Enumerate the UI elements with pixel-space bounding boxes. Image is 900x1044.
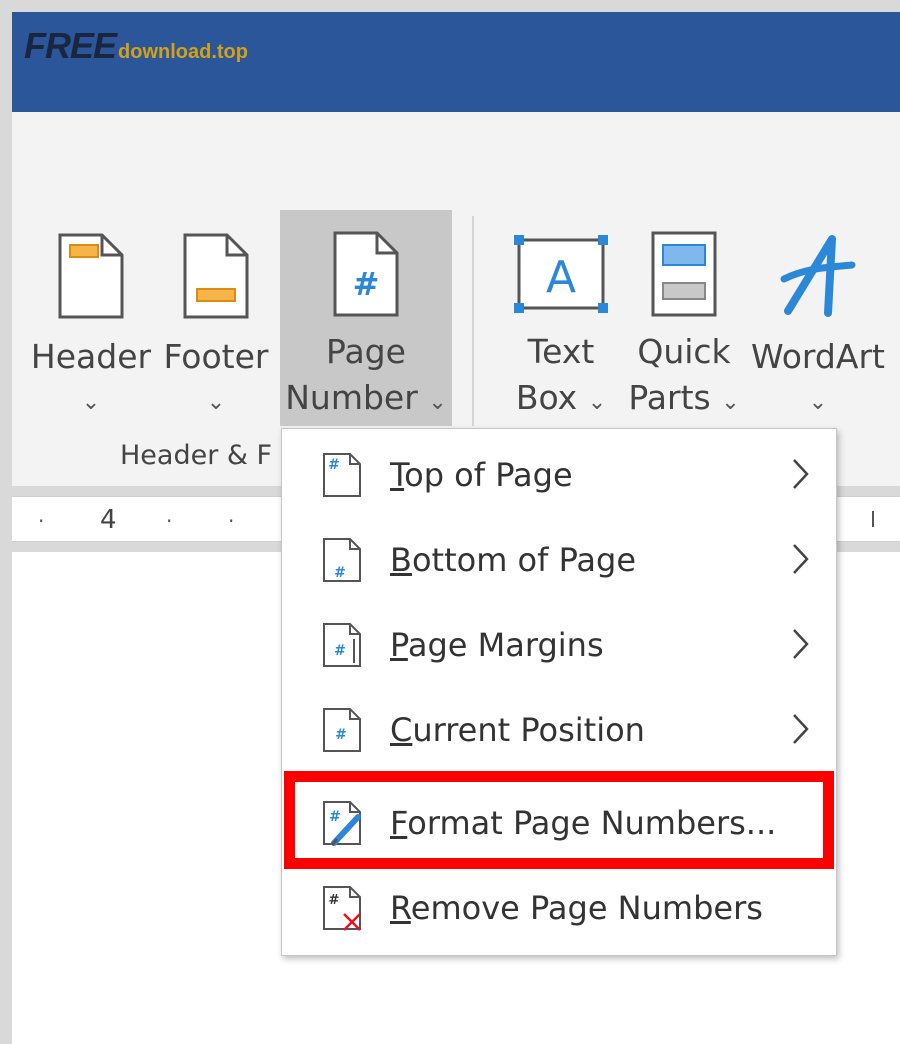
page-number-label-line2: Number ⌄	[285, 378, 447, 417]
svg-text:#: #	[335, 727, 347, 743]
bottom-of-page-icon: #	[323, 538, 361, 582]
quick-parts-label-line1: Quick	[637, 332, 731, 371]
menu-item-remove-page-numbers[interactable]: # Remove Page Numbers	[282, 866, 836, 950]
header-icon	[58, 233, 124, 319]
quick-parts-label-line2: Parts ⌄	[628, 378, 740, 417]
page-number-button[interactable]: # Page Number ⌄	[280, 210, 452, 426]
quick-parts-button[interactable]: Quick Parts ⌄	[626, 210, 742, 426]
menu-item-label: Top of Page	[390, 456, 573, 494]
wordart-icon	[780, 235, 856, 317]
group-label-header-footer: Header & F	[120, 440, 273, 471]
svg-text:#: #	[334, 565, 346, 581]
chevron-right-icon	[793, 714, 809, 744]
highlight-box	[284, 771, 834, 869]
footer-icon	[183, 233, 249, 319]
watermark-suffix: download.top	[118, 41, 248, 63]
chevron-down-icon: ⌄	[81, 390, 101, 415]
menu-item-label: Remove Page Numbers	[390, 889, 763, 927]
page-number-menu: # Top of Page # Bottom of Page # Page Ma…	[281, 428, 837, 956]
header-button[interactable]: Header ⌄	[30, 210, 152, 426]
chevron-down-icon: ⌄	[206, 390, 226, 415]
svg-text:#: #	[353, 265, 380, 303]
menu-item-bottom-of-page[interactable]: # Bottom of Page	[282, 518, 836, 602]
quick-parts-icon	[651, 231, 717, 316]
page-margins-icon: #	[323, 623, 361, 667]
top-of-page-icon: #	[323, 453, 361, 497]
page-number-icon: #	[333, 231, 399, 316]
svg-text:#: #	[328, 457, 340, 473]
remove-page-numbers-icon: #	[323, 886, 361, 931]
page-number-label-line1: Page	[326, 332, 406, 371]
ruler-number: 4	[100, 505, 117, 535]
menu-item-page-margins[interactable]: # Page Margins	[282, 603, 836, 687]
menu-item-label: Current Position	[390, 711, 645, 749]
svg-text:A: A	[546, 252, 576, 303]
text-box-button[interactable]: A Text Box ⌄	[506, 210, 616, 426]
menu-item-label: Page Margins	[390, 626, 604, 664]
chevron-right-icon	[793, 629, 809, 659]
watermark-brand: FREE	[24, 25, 117, 66]
group-separator	[472, 216, 474, 426]
footer-label: Footer	[163, 337, 269, 376]
chevron-down-icon: ⌄	[587, 390, 607, 415]
wordart-button[interactable]: WordArt ⌄	[748, 210, 888, 426]
svg-text:#: #	[334, 643, 346, 659]
menu-item-label: Bottom of Page	[390, 541, 637, 579]
text-box-icon: A	[514, 234, 608, 313]
ruler-dot: ·	[166, 509, 173, 533]
ruler-dot: ·	[38, 509, 45, 533]
ruler-tick	[872, 511, 874, 527]
ruler-dot: ·	[228, 509, 235, 533]
footer-button[interactable]: Footer ⌄	[160, 210, 272, 426]
text-box-label-line2: Box ⌄	[515, 378, 607, 417]
menu-item-top-of-page[interactable]: # Top of Page	[282, 433, 836, 517]
svg-text:#: #	[329, 893, 340, 908]
text-box-label-line1: Text	[527, 332, 595, 371]
chevron-down-icon: ⌄	[428, 390, 447, 415]
chevron-right-icon	[793, 459, 809, 489]
chevron-right-icon	[793, 544, 809, 574]
wordart-label: WordArt	[751, 337, 885, 376]
chevron-down-icon: ⌄	[721, 390, 740, 415]
menu-item-current-position[interactable]: # Current Position	[282, 688, 836, 772]
chevron-down-icon: ⌄	[808, 390, 828, 415]
watermark-logo: FREE download.top	[24, 24, 248, 64]
current-position-icon: #	[323, 708, 361, 752]
header-label: Header	[30, 337, 152, 376]
